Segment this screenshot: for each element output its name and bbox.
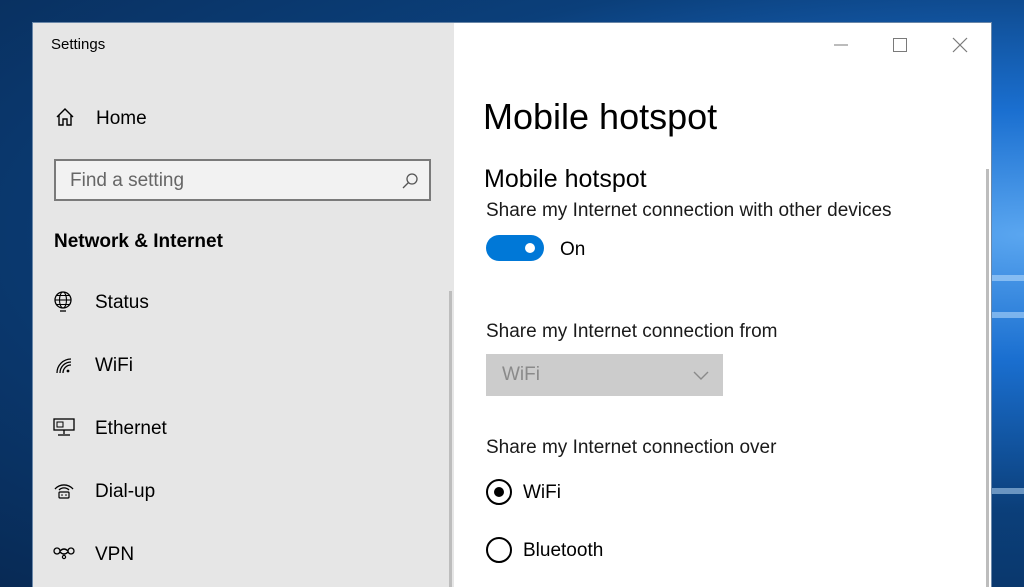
toggle-state-label: On [560, 239, 586, 260]
sidebar-item-label: Status [95, 292, 149, 313]
sidebar-item-label: Dial-up [95, 481, 156, 502]
radio-bluetooth[interactable] [486, 537, 512, 563]
sidebar-item-label: VPN [95, 544, 135, 565]
content-pane: Mobile hotspot Mobile hotspot Share my I… [454, 23, 991, 587]
section-heading: Mobile hotspot [484, 165, 647, 193]
sidebar-item-status[interactable]: Status [52, 289, 149, 317]
section-title: Network & Internet [54, 231, 223, 252]
search-icon[interactable] [401, 172, 419, 190]
radio-wifi[interactable] [486, 479, 512, 505]
dialup-icon [52, 479, 76, 506]
sidebar-item-vpn[interactable]: VPN [52, 541, 134, 569]
share-label: Share my Internet connection with other … [486, 200, 892, 221]
globe-icon [52, 290, 76, 317]
share-over-label: Share my Internet connection over [486, 437, 777, 458]
maximize-button[interactable] [885, 33, 915, 57]
sidebar-scrollbar[interactable] [449, 291, 452, 587]
page-title: Mobile hotspot [483, 96, 718, 137]
search-box[interactable]: Find a setting [54, 159, 431, 201]
wifi-icon [52, 353, 76, 380]
dropdown-value: WiFi [502, 364, 540, 385]
content-scrollbar[interactable] [986, 169, 989, 587]
sidebar-item-dialup[interactable]: Dial-up [52, 478, 155, 506]
minimize-button[interactable] [826, 33, 856, 57]
radio-label-wifi: WiFi [523, 482, 561, 503]
sidebar-item-wifi[interactable]: WiFi [52, 352, 133, 380]
chevron-down-icon [693, 368, 709, 380]
radio-selected-dot [494, 487, 504, 497]
sidebar-item-label: Ethernet [95, 418, 167, 439]
sidebar-item-label: WiFi [95, 355, 133, 376]
share-from-label: Share my Internet connection from [486, 321, 778, 342]
settings-window: Settings Home Find a setting Network & I… [33, 23, 991, 587]
sidebar-item-home[interactable]: Home [55, 106, 147, 132]
app-title: Settings [51, 36, 106, 53]
vpn-icon [52, 542, 76, 569]
share-from-dropdown[interactable]: WiFi [486, 354, 723, 396]
search-input[interactable]: Find a setting [70, 170, 184, 192]
home-label: Home [96, 108, 147, 129]
ethernet-icon [52, 416, 76, 443]
home-icon [55, 107, 75, 132]
sidebar-item-ethernet[interactable]: Ethernet [52, 415, 167, 443]
radio-label-bluetooth: Bluetooth [523, 540, 604, 561]
close-button[interactable] [945, 33, 975, 57]
sidebar: Settings Home Find a setting Network & I… [33, 23, 454, 587]
hotspot-toggle[interactable] [486, 235, 544, 261]
toggle-knob [525, 243, 535, 253]
